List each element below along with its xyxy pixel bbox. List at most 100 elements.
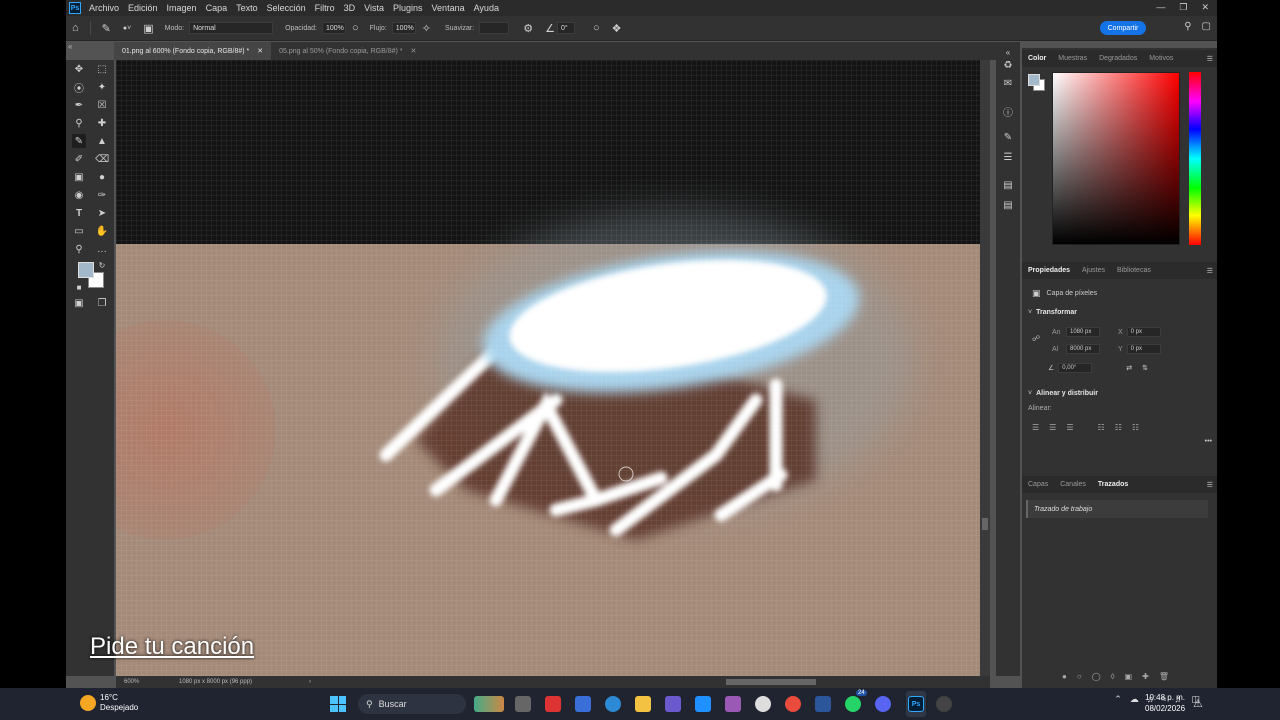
make-path-icon[interactable]: ◊ bbox=[1111, 672, 1115, 681]
eraser-tool-icon[interactable]: ⌫ bbox=[95, 152, 109, 166]
menu-vista[interactable]: Vista bbox=[364, 3, 384, 13]
pen-tool-icon[interactable]: ✑ bbox=[95, 188, 109, 202]
align-bottom-icon[interactable]: ☷ bbox=[1132, 423, 1139, 432]
eyedropper-tool-icon[interactable]: ⚲ bbox=[72, 116, 86, 130]
move-tool-icon[interactable]: ✥ bbox=[72, 62, 86, 76]
discord-icon[interactable] bbox=[875, 696, 891, 712]
swap-colors-icon[interactable]: ↻ bbox=[95, 258, 109, 272]
menu-plugins[interactable]: Plugins bbox=[393, 3, 423, 13]
task-view-icon[interactable] bbox=[515, 696, 531, 712]
zoom-level[interactable]: 600% bbox=[124, 679, 179, 685]
color-picker-field[interactable] bbox=[1052, 72, 1180, 245]
link-proportions-icon[interactable]: ☍ bbox=[1032, 334, 1040, 343]
dodge-tool-icon[interactable]: ◉ bbox=[72, 188, 86, 202]
flow-field[interactable]: 100% bbox=[391, 22, 416, 34]
flip-vertical-icon[interactable]: ⇅ bbox=[1142, 364, 1148, 372]
settings-gear-icon[interactable] bbox=[605, 696, 621, 712]
menu-ayuda[interactable]: Ayuda bbox=[474, 3, 499, 13]
panel-menu-icon[interactable]: ☰ bbox=[1207, 55, 1213, 63]
taskbar-clock[interactable]: 10:48 p. m. 08/02/2026 bbox=[1145, 692, 1185, 714]
blur-tool-icon[interactable]: ● bbox=[95, 170, 109, 184]
fill-path-icon[interactable]: ● bbox=[1062, 672, 1067, 681]
add-mask-icon[interactable]: ▣ bbox=[1125, 672, 1133, 681]
healing-brush-tool-icon[interactable]: ✚ bbox=[95, 116, 109, 130]
angle-field[interactable]: 0,00° bbox=[1058, 363, 1093, 373]
tab-muestras[interactable]: Muestras bbox=[1052, 55, 1093, 62]
app-red-icon[interactable] bbox=[545, 696, 561, 712]
photoshop-taskbar-icon[interactable]: Ps bbox=[908, 696, 924, 712]
work-path-item[interactable]: Trazado de trabajo bbox=[1026, 500, 1208, 518]
menu-capa[interactable]: Capa bbox=[206, 3, 228, 13]
comments-panel-icon[interactable]: ✉ bbox=[1001, 78, 1015, 92]
menu-3d[interactable]: 3D bbox=[344, 3, 356, 13]
more-options-icon[interactable]: ••• bbox=[1205, 438, 1212, 445]
align-center-h-icon[interactable]: ☰ bbox=[1049, 423, 1056, 432]
tab-bibliotecas[interactable]: Bibliotecas bbox=[1111, 267, 1157, 274]
delete-path-icon[interactable]: 🗑 bbox=[1159, 672, 1169, 681]
lasso-tool-icon[interactable]: ⦿ bbox=[72, 80, 86, 95]
song-request-link[interactable]: Pide tu canción bbox=[90, 633, 254, 661]
gradient-tool-icon[interactable]: ▣ bbox=[72, 170, 86, 184]
smooth-field[interactable] bbox=[479, 22, 510, 34]
default-colors-icon[interactable]: ■ bbox=[72, 280, 86, 294]
menu-archivo[interactable]: Archivo bbox=[89, 3, 119, 13]
brush-tool-icon[interactable]: ✎ bbox=[72, 134, 86, 148]
mode-select[interactable]: Normal bbox=[189, 22, 274, 34]
tab-motivos[interactable]: Motivos bbox=[1143, 55, 1179, 62]
store-icon[interactable] bbox=[575, 696, 591, 712]
rectangle-tool-icon[interactable]: ▭ bbox=[72, 224, 86, 238]
opacity-field[interactable]: 100% bbox=[322, 22, 346, 34]
properties-panel-icon[interactable]: ▤ bbox=[1001, 200, 1015, 214]
menu-edicion[interactable]: Edición bbox=[128, 3, 158, 13]
stroke-path-icon[interactable]: ○ bbox=[1077, 672, 1082, 681]
tab-05-png[interactable]: 05.png al 50% (Fondo copia, RGB/8#) * ✕ bbox=[271, 42, 424, 60]
align-center-v-icon[interactable]: ☷ bbox=[1115, 423, 1122, 432]
adjustments-panel-icon[interactable]: ☰ bbox=[1001, 152, 1015, 166]
magic-wand-tool-icon[interactable]: ✦ bbox=[95, 80, 109, 94]
pressure-size-icon[interactable]: ○ bbox=[593, 22, 600, 34]
search-icon[interactable]: ⚲ bbox=[1184, 21, 1191, 32]
flip-horizontal-icon[interactable]: ⇄ bbox=[1126, 364, 1132, 372]
close-tab-icon[interactable]: ✕ bbox=[410, 47, 416, 55]
libraries-panel-icon[interactable]: ▤ bbox=[1001, 180, 1015, 194]
horizontal-scroll-thumb[interactable] bbox=[726, 679, 816, 685]
vertical-scrollbar[interactable] bbox=[980, 60, 990, 676]
tab-degradados[interactable]: Degradados bbox=[1093, 55, 1143, 62]
brush-panel-icon[interactable]: ▣ bbox=[143, 22, 153, 35]
airbrush-icon[interactable]: ✧ bbox=[422, 22, 431, 35]
smooth-settings-gear-icon[interactable]: ⚙ bbox=[523, 22, 533, 35]
align-left-icon[interactable]: ☰ bbox=[1032, 423, 1039, 432]
tab-canales[interactable]: Canales bbox=[1054, 481, 1092, 488]
onedrive-icon[interactable]: ☁ bbox=[1130, 694, 1139, 705]
menu-filtro[interactable]: Filtro bbox=[315, 3, 335, 13]
widgets-icon[interactable] bbox=[474, 696, 504, 712]
clone-stamp-tool-icon[interactable]: ▲ bbox=[95, 134, 109, 148]
y-field[interactable]: 0 px bbox=[1126, 344, 1161, 354]
home-icon[interactable]: ⌂ bbox=[72, 22, 79, 34]
panel-foreground-swatch[interactable] bbox=[1028, 74, 1040, 86]
foreground-color-swatch[interactable] bbox=[78, 262, 94, 278]
word-icon[interactable] bbox=[815, 696, 831, 712]
tab-ajustes[interactable]: Ajustes bbox=[1076, 267, 1111, 274]
history-panel-icon[interactable]: ♻ bbox=[1001, 60, 1015, 74]
hue-slider[interactable] bbox=[1189, 72, 1201, 245]
x-field[interactable]: 0 px bbox=[1126, 327, 1161, 337]
minimize-icon[interactable]: — bbox=[1156, 2, 1165, 13]
brushes-panel-icon[interactable]: ✎ bbox=[1001, 132, 1015, 146]
hand-tool-icon[interactable]: ✋ bbox=[95, 224, 109, 238]
restore-icon[interactable]: ❐ bbox=[1179, 2, 1187, 13]
height-field[interactable]: 8000 px bbox=[1066, 344, 1100, 354]
symmetry-icon[interactable]: ❖ bbox=[612, 22, 622, 35]
copilot-icon[interactable] bbox=[725, 696, 741, 712]
document-canvas[interactable] bbox=[116, 60, 980, 676]
file-explorer-icon[interactable] bbox=[635, 696, 651, 712]
panel-menu-icon[interactable]: ☰ bbox=[1207, 481, 1213, 489]
type-tool-icon[interactable]: T bbox=[72, 206, 86, 220]
whatsapp-icon[interactable] bbox=[845, 696, 861, 712]
brush-preset-icon[interactable]: ✎ bbox=[102, 22, 111, 35]
windows-start-icon[interactable] bbox=[330, 696, 346, 712]
align-top-icon[interactable]: ☷ bbox=[1098, 423, 1105, 432]
close-tab-icon[interactable]: ✕ bbox=[257, 47, 263, 55]
transform-section-header[interactable]: ˅ Transformar bbox=[1028, 309, 1217, 316]
share-button[interactable]: Compartir bbox=[1100, 21, 1146, 35]
